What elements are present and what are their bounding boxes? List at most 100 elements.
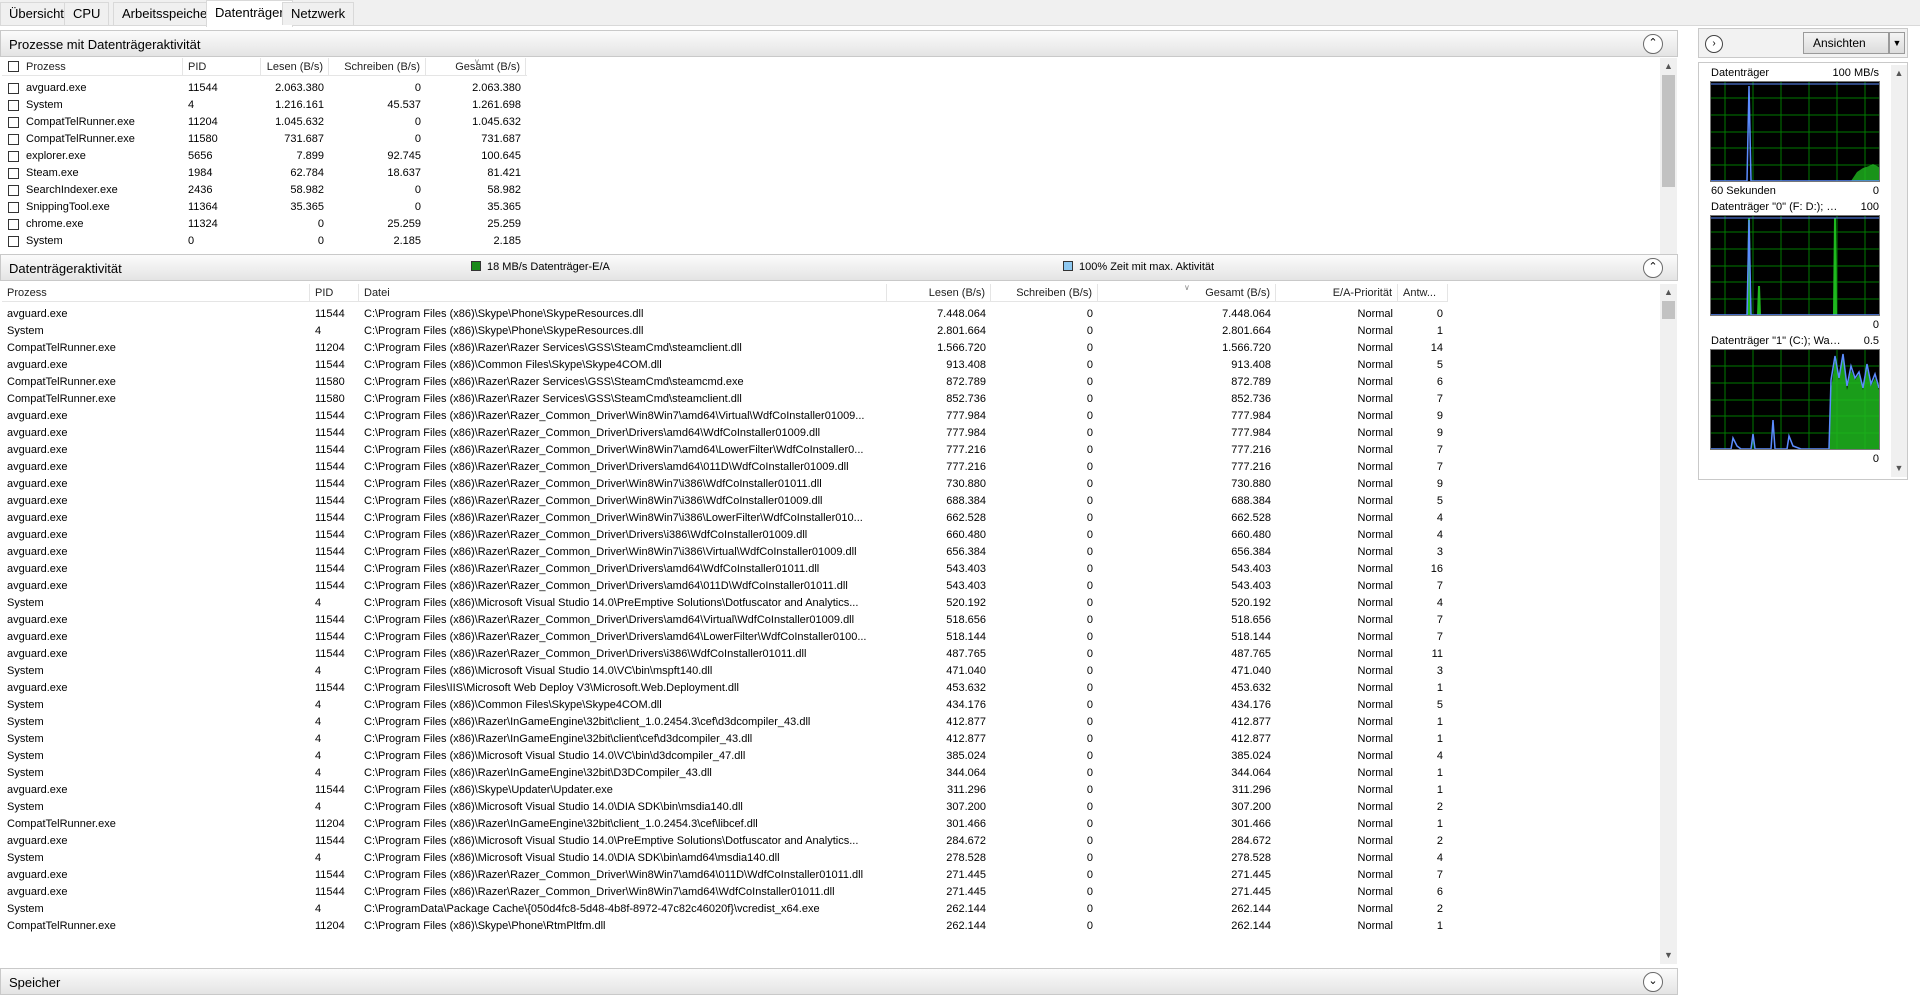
table-row[interactable]: CompatTelRunner.exe 11580 C:\Program Files… [2, 391, 1448, 408]
table-row[interactable]: CompatTelRunner.exe 11580 C:\Program Files… [2, 374, 1448, 391]
tab-cpu[interactable]: CPU [64, 2, 110, 25]
table-row[interactable]: CompatTelRunner.exe 11204 C:\Program Files… [2, 816, 1448, 833]
column-header-total[interactable]: ∨ Gesamt (B/s) [1098, 284, 1276, 302]
table-row[interactable]: CompatTelRunner.exe 11204 C:\Program Files… [2, 918, 1448, 935]
table-row[interactable]: avguard.exe 11544 C:\Program Files (x86)\R… [2, 459, 1448, 476]
cell-file: C:\Program Files (x86)\Microsoft Visual … [364, 835, 859, 847]
table-row[interactable]: avguard.exe 11544 C:\Program Files (x86)\R… [2, 629, 1448, 646]
column-header-process[interactable]: Prozess [2, 284, 310, 302]
scroll-up-icon[interactable]: ▲ [1660, 284, 1677, 301]
tab-network[interactable]: Netzwerk [282, 2, 355, 25]
collapse-up-icon[interactable]: ⌃ [1643, 34, 1663, 54]
tab-overview[interactable]: Übersicht [0, 2, 73, 25]
scroll-up-icon[interactable]: ▲ [1660, 58, 1677, 75]
table-row[interactable]: avguard.exe 11544 C:\Program Files (x86)\R… [2, 646, 1448, 663]
table-row[interactable]: System 4 C:\Program Files (x86)\Razer\InGa… [2, 765, 1448, 782]
table-row[interactable]: avguard.exe 11544 C:\Program Files (x86)\C… [2, 357, 1448, 374]
table-row[interactable]: avguard.exe 11544 C:\Program Files (x86)\R… [2, 442, 1448, 459]
table-row[interactable]: avguard.exe 11544 C:\Program Files (x86)\R… [2, 493, 1448, 510]
cell-write: 0 [1086, 767, 1093, 779]
table-row[interactable]: System 4 C:\Program Files (x86)\Common Fil… [2, 697, 1448, 714]
scroll-down-icon[interactable]: ▼ [1891, 460, 1907, 477]
scroll-down-icon[interactable]: ▼ [1660, 947, 1677, 964]
table-row[interactable]: avguard.exe 11544 C:\Program Files (x86)\R… [2, 527, 1448, 544]
cell-file: C:\Program Files (x86)\Razer\Razer_Commo… [364, 444, 864, 456]
activity-section-header[interactable]: Datenträgeraktivität 18 MB/s Datenträger… [0, 254, 1678, 281]
table-row[interactable]: System 4 C:\Program Files (x86)\Microsoft … [2, 748, 1448, 765]
cell-total: 262.144 [1231, 920, 1271, 932]
column-header-pid[interactable]: PID [183, 58, 261, 76]
processes-scrollbar[interactable]: ▲ ▼ [1660, 58, 1677, 274]
table-row[interactable]: CompatTelRunner.exe 11204 C:\Program Files… [2, 340, 1448, 357]
column-header-process[interactable]: Prozess [2, 58, 183, 76]
table-row[interactable]: System 4 C:\Program Files (x86)\Microsoft … [2, 663, 1448, 680]
cell-file: C:\Program Files (x86)\Skype\Updater\Upd… [364, 784, 613, 796]
column-header-pid[interactable]: PID [310, 284, 359, 302]
table-row[interactable]: avguard.exe 11544 C:\Program Files (x86)\M… [2, 833, 1448, 850]
table-row[interactable]: avguard.exe 11544 C:\Program Files (x86)\R… [2, 408, 1448, 425]
table-row[interactable]: System 4 C:\Program Files (x86)\Razer\InGa… [2, 714, 1448, 731]
table-row[interactable]: explorer.exe 5656 7.899 92.745 100.645 [2, 148, 527, 165]
cell-process: avguard.exe [7, 631, 68, 643]
table-row[interactable]: SearchIndexer.exe 2436 58.982 0 58.982 [2, 182, 527, 199]
table-row[interactable]: CompatTelRunner.exe 11580 731.687 0 731.687 [2, 131, 527, 148]
table-row[interactable]: avguard.exe 11544 C:\Program Files (x86)\S… [2, 306, 1448, 323]
cell-pid: 1984 [188, 167, 213, 179]
scroll-thumb[interactable] [1662, 301, 1675, 319]
graph-panel-scrollbar[interactable]: ▲ ▼ [1891, 65, 1907, 477]
table-row[interactable]: System 4 C:\Program Files (x86)\Microsoft … [2, 850, 1448, 867]
views-button[interactable]: Ansichten [1803, 32, 1889, 54]
table-row[interactable]: avguard.exe 11544 C:\Program Files (x86)\R… [2, 425, 1448, 442]
table-row[interactable]: System 4 C:\Program Files (x86)\Skype\Phon… [2, 323, 1448, 340]
chevron-right-icon[interactable]: › [1705, 35, 1723, 53]
table-row[interactable]: System 4 1.216.161 45.537 1.261.698 [2, 97, 527, 114]
scroll-thumb[interactable] [1662, 75, 1675, 187]
table-row[interactable]: avguard.exe 11544 C:\Program Files\IIS\Mic… [2, 680, 1448, 697]
tab-disk[interactable]: Datenträger [206, 0, 293, 27]
cell-file: C:\Program Files (x86)\Razer\Razer Servi… [364, 342, 742, 354]
cell-process: SnippingTool.exe [26, 201, 110, 213]
activity-scrollbar[interactable]: ▲ ▼ [1660, 284, 1677, 964]
table-row[interactable]: avguard.exe 11544 2.063.380 0 2.063.380 [2, 80, 527, 97]
column-header-read[interactable]: Lesen (B/s) [261, 58, 329, 76]
column-header-read[interactable]: Lesen (B/s) [887, 284, 991, 302]
views-dropdown-icon[interactable]: ▼ [1889, 32, 1905, 54]
column-header-write[interactable]: Schreiben (B/s) [329, 58, 426, 76]
column-header-write[interactable]: Schreiben (B/s) [991, 284, 1098, 302]
column-header-file[interactable]: Datei [359, 284, 887, 302]
table-row[interactable]: System 4 C:\ProgramData\Package Cache\{050… [2, 901, 1448, 918]
processes-section-header[interactable]: Prozesse mit Datenträgeraktivität ⌃ [0, 30, 1678, 57]
cell-pid: 11544 [315, 461, 345, 473]
table-row[interactable]: chrome.exe 11324 0 25.259 25.259 [2, 216, 527, 233]
cell-process: avguard.exe [7, 512, 68, 524]
table-row[interactable]: avguard.exe 11544 C:\Program Files (x86)\R… [2, 867, 1448, 884]
scroll-up-icon[interactable]: ▲ [1891, 65, 1907, 82]
expand-down-icon[interactable]: ⌄ [1643, 972, 1663, 992]
table-row[interactable]: avguard.exe 11544 C:\Program Files (x86)\R… [2, 612, 1448, 629]
table-row[interactable]: avguard.exe 11544 C:\Program Files (x86)\R… [2, 510, 1448, 527]
select-all-checkbox[interactable] [8, 61, 19, 72]
cell-read: 518.144 [946, 631, 986, 643]
table-row[interactable]: CompatTelRunner.exe 11204 1.045.632 0 1.045.… [2, 114, 527, 131]
table-row[interactable]: avguard.exe 11544 C:\Program Files (x86)\R… [2, 578, 1448, 595]
table-row[interactable]: avguard.exe 11544 C:\Program Files (x86)\R… [2, 544, 1448, 561]
column-header-total[interactable]: ∨ Gesamt (B/s) [426, 58, 526, 76]
table-row[interactable]: System 4 C:\Program Files (x86)\Razer\InGa… [2, 731, 1448, 748]
collapse-up-icon[interactable]: ⌃ [1643, 258, 1663, 278]
cell-write: 0 [1086, 818, 1093, 830]
table-row[interactable]: SnippingTool.exe 11364 35.365 0 35.365 [2, 199, 527, 216]
column-header-response[interactable]: Antw... [1398, 284, 1448, 302]
tab-memory[interactable]: Arbeitsspeicher [113, 2, 221, 25]
table-row[interactable]: avguard.exe 11544 C:\Program Files (x86)\R… [2, 561, 1448, 578]
memory-section-header[interactable]: Speicher ⌄ [0, 968, 1678, 995]
table-row[interactable]: avguard.exe 11544 C:\Program Files (x86)\R… [2, 476, 1448, 493]
graphs-container: Datenträger 100 MB/s 60 Sekunden 0 Daten… [1698, 62, 1908, 480]
table-row[interactable]: Steam.exe 1984 62.784 18.637 81.421 [2, 165, 527, 182]
table-row[interactable]: System 4 C:\Program Files (x86)\Microsoft … [2, 799, 1448, 816]
table-row[interactable]: avguard.exe 11544 C:\Program Files (x86)\R… [2, 884, 1448, 901]
table-row[interactable]: System 4 C:\Program Files (x86)\Microsoft … [2, 595, 1448, 612]
cell-pid: 11204 [315, 920, 345, 932]
column-header-io-priority[interactable]: E/A-Priorität [1276, 284, 1398, 302]
table-row[interactable]: avguard.exe 11544 C:\Program Files (x86)\S… [2, 782, 1448, 799]
table-row[interactable]: System 0 0 2.185 2.185 [2, 233, 527, 250]
